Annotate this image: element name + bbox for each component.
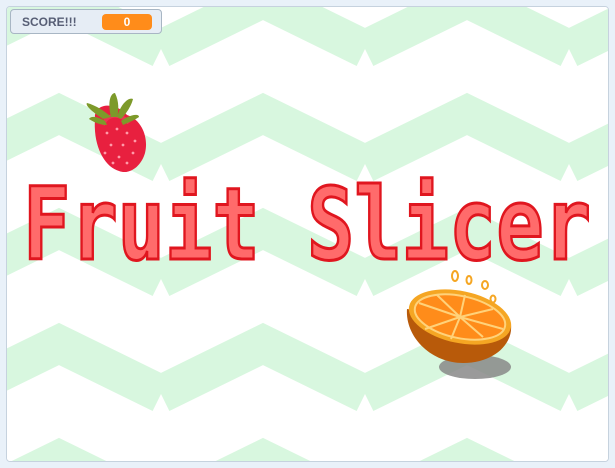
game-stage[interactable]: Fruit Slicer — [6, 6, 609, 462]
score-monitor: SCORE!!! 0 — [10, 9, 162, 34]
game-title: Fruit Slicer — [23, 166, 591, 283]
game-window: Fruit Slicer SCORE!!! 0 — [0, 0, 615, 468]
zigzag-background: Fruit Slicer — [7, 7, 608, 461]
score-label: SCORE!!! — [22, 15, 77, 29]
score-value: 0 — [102, 14, 152, 30]
